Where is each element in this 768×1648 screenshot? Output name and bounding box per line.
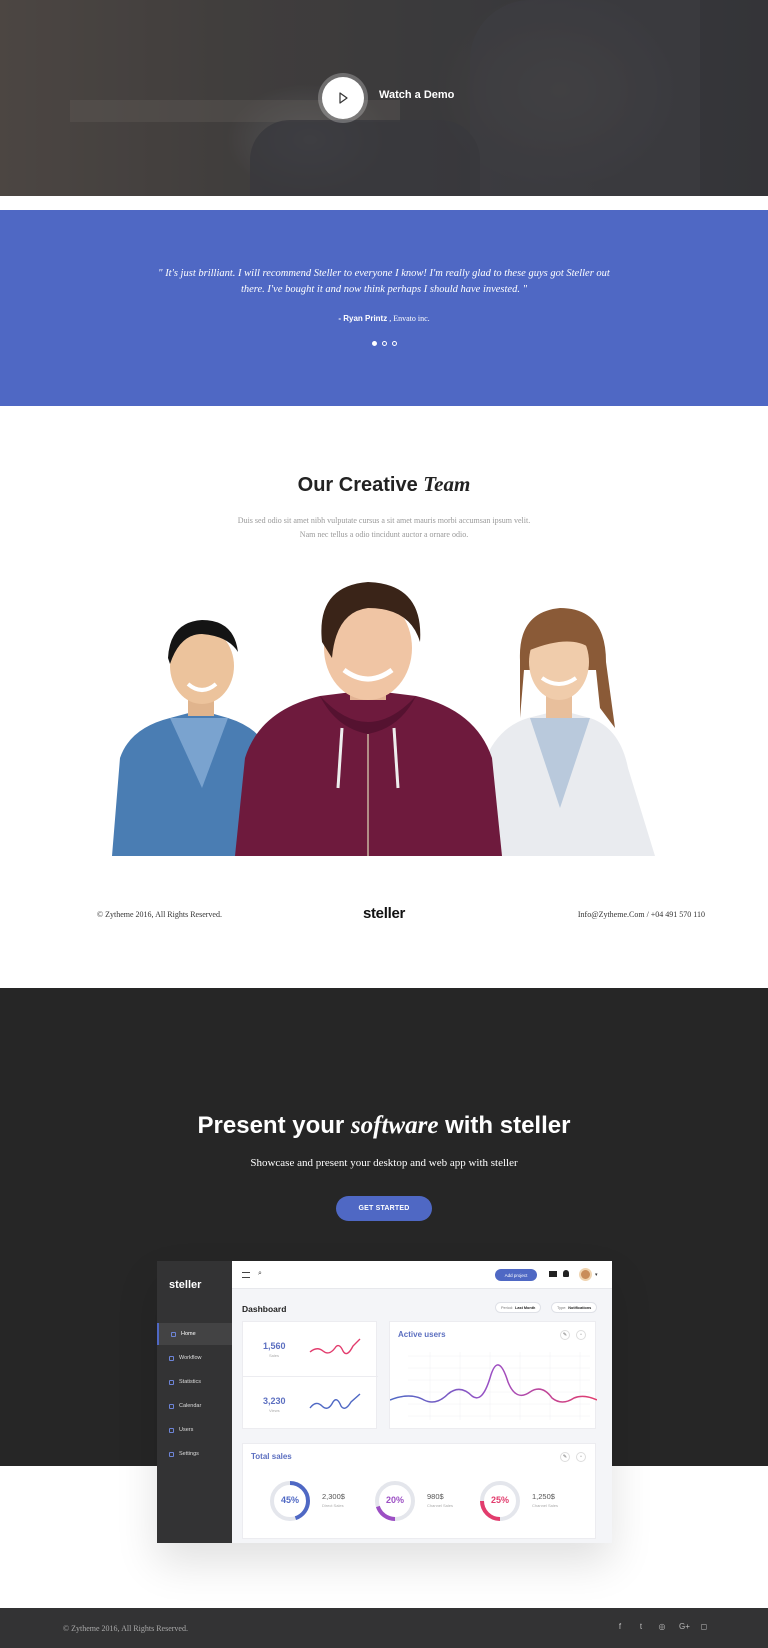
total-sales-title: Total sales xyxy=(251,1452,292,1461)
sidebar-item-label: Home xyxy=(181,1331,196,1337)
edit-icon[interactable]: ✎ xyxy=(560,1452,570,1462)
author-name: - Ryan Printz xyxy=(338,314,388,323)
software-title-emphasis: software xyxy=(350,1112,439,1139)
testimonial-quote: " It's just brilliant. I will recommend … xyxy=(158,268,610,295)
sidebar-item-home[interactable]: Home xyxy=(157,1323,232,1345)
team-member-center xyxy=(235,582,502,856)
channel-sales-value-1: 980$ xyxy=(427,1492,444,1501)
delete-icon[interactable]: ▫ xyxy=(576,1452,586,1462)
type-select[interactable]: Type: Notifications xyxy=(551,1302,598,1313)
active-users-card: Active users ✎ ▫ xyxy=(389,1321,597,1429)
video-hero: Watch a Demo xyxy=(0,0,768,196)
stats-card: 1,560 Sales 3,230 Views xyxy=(242,1321,378,1429)
team-photo xyxy=(112,582,655,856)
add-project-button[interactable]: Add project xyxy=(495,1269,537,1281)
software-title-after: with steller xyxy=(438,1112,571,1139)
channel-sales-label-1: Channel Sales xyxy=(427,1503,454,1508)
active-users-title: Active users xyxy=(398,1330,446,1339)
sales-label: Sales xyxy=(269,1353,280,1358)
dashboard-topbar: ⌕ Add project ▾ xyxy=(232,1261,612,1289)
team-title-plain: Our Creative xyxy=(297,474,424,496)
sidebar-item-workflow[interactable]: Workflow xyxy=(157,1347,232,1369)
dashboard-heading: Dashboard xyxy=(242,1304,287,1314)
testimonial-pagination xyxy=(372,341,397,346)
page-footer: © Zytheme 2016, All Rights Reserved. f t… xyxy=(0,1608,768,1648)
social-links: f t ◎ G+ ◻ xyxy=(616,1622,708,1631)
donut-percent-1: 45% xyxy=(280,1495,299,1505)
views-value: 3,230 xyxy=(263,1396,286,1406)
delete-icon[interactable]: ▫ xyxy=(576,1330,586,1340)
check-icon xyxy=(169,1379,174,1385)
pagination-dot-2[interactable] xyxy=(382,341,387,346)
team-title: Our Creative Team xyxy=(0,472,768,497)
views-sparkline xyxy=(309,1393,361,1409)
dashboard-brand[interactable]: steller xyxy=(169,1279,201,1291)
facebook-icon[interactable]: f xyxy=(616,1622,624,1631)
type-label: Type: xyxy=(557,1305,567,1310)
active-users-chart xyxy=(390,1352,597,1420)
software-subtitle: Showcase and present your desktop and we… xyxy=(250,1157,518,1169)
team-footer: © Zytheme 2016, All Rights Reserved. ste… xyxy=(0,900,768,930)
menu-icon[interactable] xyxy=(242,1272,250,1278)
channel-sales-value-2: 1,250$ xyxy=(532,1492,555,1501)
author-company: , Envato inc. xyxy=(387,314,430,323)
team-member-right xyxy=(482,608,655,856)
grid-icon xyxy=(169,1355,174,1361)
sidebar-item-label: Statistics xyxy=(179,1379,202,1385)
type-value: Notifications xyxy=(568,1305,592,1310)
software-title: Present your software with steller xyxy=(0,1112,768,1140)
sidebar-item-users[interactable]: Users xyxy=(157,1419,232,1441)
bell-icon[interactable] xyxy=(563,1270,569,1277)
play-icon xyxy=(339,92,348,104)
edit-icon[interactable]: ✎ xyxy=(560,1330,570,1340)
search-icon[interactable]: ⌕ xyxy=(258,1270,262,1278)
views-label: Views xyxy=(269,1408,280,1413)
footer-copyright: © Zytheme 2016, All Rights Reserved. xyxy=(63,1624,188,1633)
pagination-dot-3[interactable] xyxy=(392,341,397,346)
settings-icon xyxy=(169,1451,174,1457)
testimonial-section: " It's just brilliant. I will recommend … xyxy=(0,210,768,406)
sidebar-item-label: Calendar xyxy=(179,1403,202,1409)
mail-icon[interactable] xyxy=(549,1271,557,1277)
home-icon xyxy=(171,1331,176,1337)
watch-demo-label[interactable]: Watch a Demo xyxy=(379,89,454,101)
contact-info[interactable]: Info@Zytheme.Com / +04 491 570 110 xyxy=(578,910,705,919)
period-label: Period: xyxy=(501,1305,514,1310)
sidebar-item-statistics[interactable]: Statistics xyxy=(157,1371,232,1393)
chevron-down-icon[interactable]: ▾ xyxy=(595,1272,598,1278)
avatar[interactable] xyxy=(579,1268,592,1281)
period-select[interactable]: Period: Last Month xyxy=(495,1302,542,1313)
total-sales-card: Total sales ✎ ▫ 45% 2,300$ Direct Sales … xyxy=(242,1443,596,1539)
testimonial-author: - Ryan Printz , Envato inc. xyxy=(0,314,768,323)
direct-sales-value: 2,300$ xyxy=(322,1492,345,1501)
play-button[interactable] xyxy=(322,77,364,119)
direct-sales-label: Direct Sales xyxy=(322,1503,344,1508)
twitter-icon[interactable]: t xyxy=(637,1622,645,1631)
dashboard-sidebar: steller Home Workflow Statistics Calenda… xyxy=(157,1261,232,1543)
software-title-before: Present your xyxy=(197,1112,351,1139)
instagram-icon[interactable]: ◻ xyxy=(700,1622,708,1631)
sidebar-item-settings[interactable]: Settings xyxy=(157,1443,232,1465)
donut-percent-3: 25% xyxy=(490,1495,509,1505)
sales-sparkline xyxy=(309,1338,361,1355)
sidebar-item-label: Workflow xyxy=(179,1355,202,1361)
channel-sales-label-2: Channel Sales xyxy=(532,1503,559,1508)
period-value: Last Month xyxy=(515,1305,536,1310)
sidebar-item-label: Settings xyxy=(179,1451,199,1457)
sidebar-item-calendar[interactable]: Calendar xyxy=(157,1395,232,1417)
watch-demo-button[interactable] xyxy=(318,73,368,123)
sidebar-item-label: Users xyxy=(179,1427,194,1433)
donut-percent-2: 20% xyxy=(385,1495,404,1505)
user-icon xyxy=(169,1427,174,1433)
calendar-icon xyxy=(169,1403,174,1409)
team-description: Duis sed odio sit amet nibh vulputate cu… xyxy=(237,516,531,539)
team-title-emphasis: Team xyxy=(423,472,471,496)
get-started-button[interactable]: GET STARTED xyxy=(336,1196,432,1221)
dribbble-icon[interactable]: ◎ xyxy=(658,1622,666,1631)
dashboard-mockup: steller Home Workflow Statistics Calenda… xyxy=(157,1261,612,1543)
pagination-dot-1[interactable] xyxy=(372,341,377,346)
google-plus-icon[interactable]: G+ xyxy=(679,1622,690,1631)
sales-value: 1,560 xyxy=(263,1341,286,1351)
